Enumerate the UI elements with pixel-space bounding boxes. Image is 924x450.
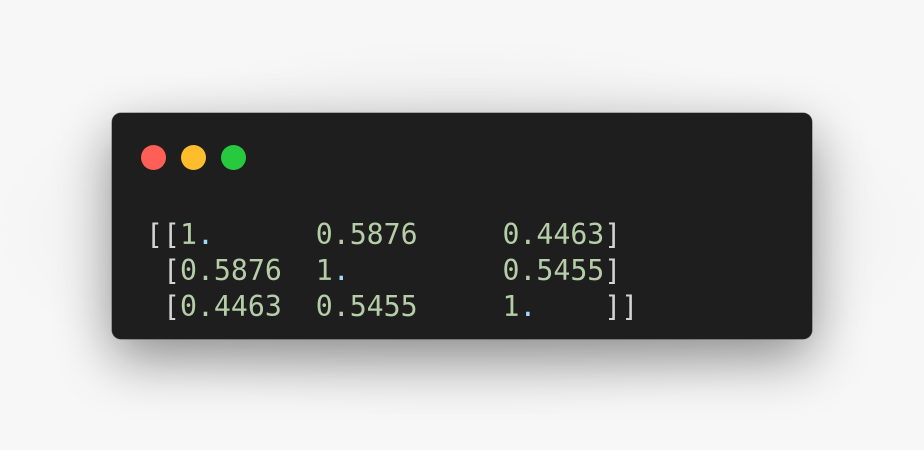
terminal-output: [[1. 0.5876 0.4463] [0.5876 1. 0.5455] [… xyxy=(146,217,638,325)
matrix-value: 0.5455 xyxy=(315,290,418,323)
output-line: [0.4463 0.5455 1. ]] xyxy=(146,289,638,325)
window-titlebar xyxy=(112,113,812,193)
zoom-window-button[interactable] xyxy=(221,145,246,170)
matrix-bracket: [[ xyxy=(146,218,180,251)
matrix-value: 0.5876 xyxy=(315,218,418,251)
matrix-bracket: ] xyxy=(604,218,622,251)
close-window-button[interactable] xyxy=(141,145,166,170)
matrix-bracket: [ xyxy=(162,290,180,323)
output-line: [0.5876 1. 0.5455] xyxy=(146,253,638,289)
matrix-bracket: ] xyxy=(604,254,622,287)
terminal-window: [[1. 0.5876 0.4463] [0.5876 1. 0.5455] [… xyxy=(112,113,812,339)
screenshot-stage: [[1. 0.5876 0.4463] [0.5876 1. 0.5455] [… xyxy=(0,0,924,450)
decimal-point: . xyxy=(332,254,350,287)
matrix-value: 0.4463 xyxy=(179,290,282,323)
decimal-point: . xyxy=(519,290,537,323)
output-line: [[1. 0.5876 0.4463] xyxy=(146,217,638,253)
matrix-value: 0.4463 xyxy=(502,218,605,251)
matrix-value: 1 xyxy=(315,254,333,287)
matrix-value: 0.5455 xyxy=(502,254,605,287)
matrix-value: 1 xyxy=(179,218,197,251)
matrix-value: 1 xyxy=(502,290,520,323)
minimize-window-button[interactable] xyxy=(181,145,206,170)
matrix-bracket: [ xyxy=(162,254,180,287)
matrix-bracket: ]] xyxy=(604,290,639,323)
matrix-value: 0.5876 xyxy=(179,254,282,287)
decimal-point: . xyxy=(196,218,214,251)
